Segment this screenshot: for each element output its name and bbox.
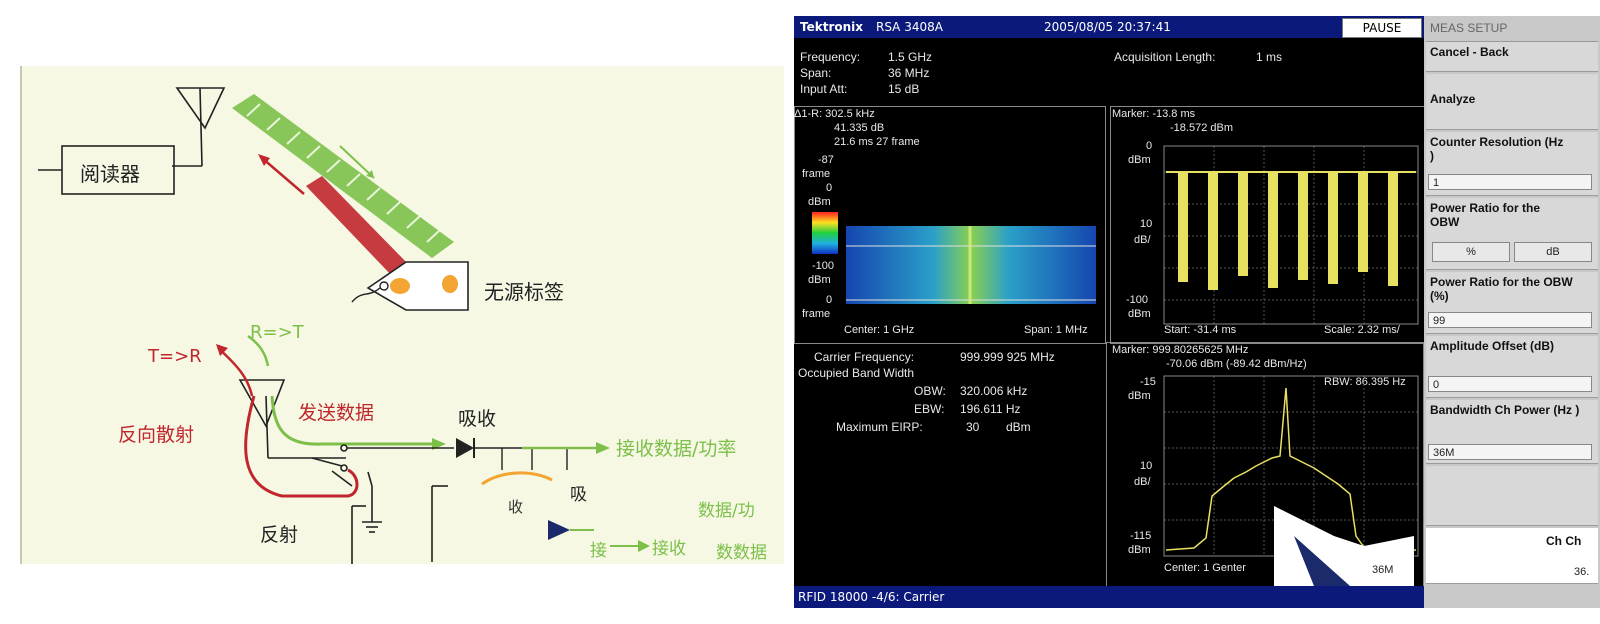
- percent-option-button[interactable]: %: [1432, 242, 1510, 262]
- status-bar: RFID 18000 -4/6: Carrier: [794, 586, 1424, 608]
- spectrum-graphics: [1163, 375, 1419, 586]
- ch-ch-button[interactable]: Ch Ch: [1426, 528, 1598, 584]
- amplitude-offset-label: Amplitude Offset (dB): [1430, 339, 1554, 353]
- menu-fragment-36: 36.: [1574, 566, 1590, 578]
- status-text: RFID 18000 -4/6: Carrier: [798, 590, 945, 604]
- db-option-button[interactable]: dB: [1514, 242, 1592, 262]
- cancel-back-button[interactable]: Cancel - Back: [1426, 42, 1598, 72]
- bandwidth-ch-power-field[interactable]: 36M: [1428, 444, 1592, 460]
- switch-circuit: [311, 444, 454, 564]
- power-ratio-obw-pct-field[interactable]: 99: [1428, 312, 1592, 328]
- diagram-graphics: [38, 87, 650, 564]
- menu-title: MEAS SETUP: [1426, 18, 1598, 42]
- power-ratio-obw-label: Power Ratio for the OBW: [1430, 201, 1541, 229]
- meas-setup-menu: MEAS SETUP Cancel - Back Analyze Counter…: [1424, 16, 1600, 608]
- reader-label: 阅读器: [80, 162, 140, 186]
- ch-ch-label: Ch Ch: [1546, 534, 1582, 548]
- counter-resolution-label: Counter Resolution (Hz ): [1430, 135, 1564, 163]
- absorb-fragment-1: 收: [508, 498, 524, 516]
- absorb-label: 吸收: [458, 408, 497, 430]
- passive-tag-icon: [351, 261, 469, 311]
- counter-resolution-field[interactable]: 1: [1428, 174, 1592, 190]
- receive-data-fragment: 数数据: [716, 543, 767, 563]
- backscatter-label: 反向散射: [118, 424, 195, 446]
- r-to-t-label: R=>T: [250, 322, 304, 343]
- empty-softkey: [1426, 466, 1598, 526]
- bandwidth-ch-power-label: Bandwidth Ch Power (Hz ): [1430, 403, 1580, 417]
- absorb-fragment-2: 吸: [570, 485, 587, 505]
- data-power-fragment: 数据/功: [698, 501, 755, 521]
- rf-wave-green: [232, 94, 454, 258]
- receive-data-power-label: 接收数据/功率: [616, 438, 737, 460]
- reflect-label: 反射: [260, 524, 299, 546]
- power-ratio-obw-pct-label: Power Ratio for the OBW (%): [1430, 275, 1573, 303]
- rfid-diagram: 阅读器 无源标签 R=>T T=>R 发送数据 反向散射 吸收 接收数据/功率 …: [20, 66, 784, 564]
- t-to-r-label: T=>R: [148, 346, 202, 367]
- receive-fragment-2: 接收: [652, 539, 686, 559]
- send-data-label: 发送数据: [298, 402, 375, 424]
- amplitude-offset-field[interactable]: 0: [1428, 376, 1592, 392]
- spectrum-analyzer-screen: Tektronix RSA 3408A 2005/08/05 20:37:41 …: [794, 16, 1600, 608]
- reader-antenna-icon: [172, 87, 226, 167]
- receive-fragment-1: 接: [590, 541, 607, 561]
- tag-label: 无源标签: [484, 280, 564, 304]
- menu-fragment-36m: 36M: [1372, 564, 1394, 576]
- analyze-button[interactable]: Analyze: [1426, 74, 1598, 130]
- diode-icon: [456, 438, 592, 470]
